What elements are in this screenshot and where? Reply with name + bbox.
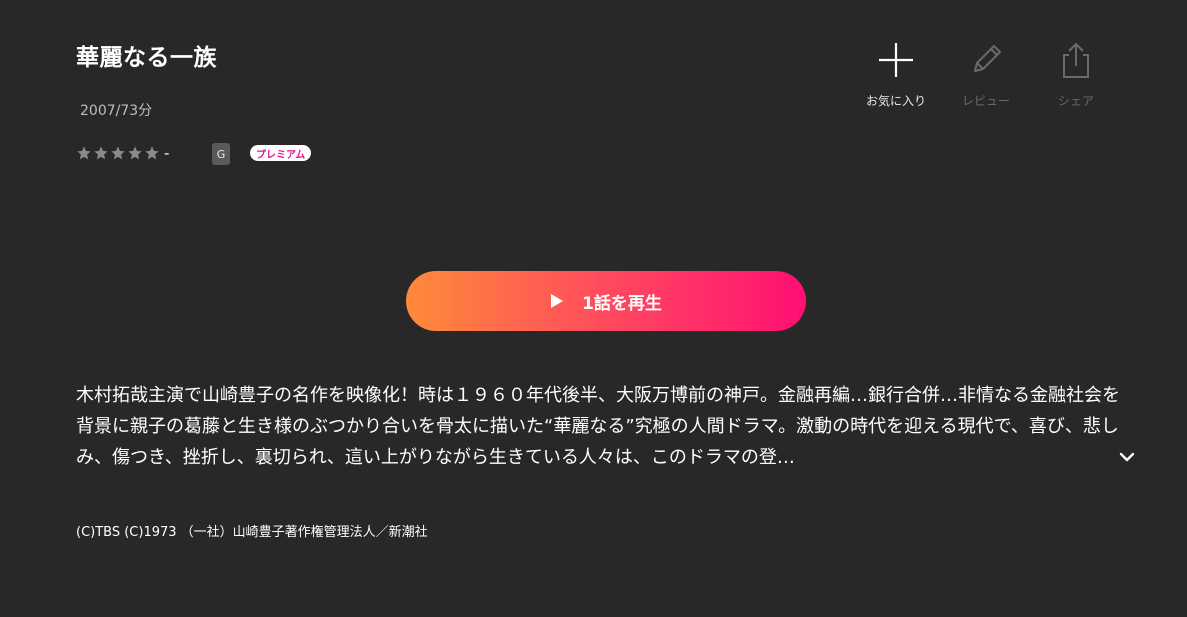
star-icon <box>94 146 108 160</box>
play-button-label: 1話を再生 <box>582 293 662 314</box>
play-icon <box>551 294 564 308</box>
favorite-label: お気に入り <box>865 94 926 108</box>
star-icon <box>77 146 91 160</box>
rating-value: - <box>164 144 170 162</box>
review-button[interactable]: レビュー <box>946 38 1026 109</box>
star-icon <box>111 146 125 160</box>
copyright-notice: (C)TBS (C)1973 （一社）山崎豊子著作権管理法人／新潮社 <box>76 525 428 540</box>
rating: - <box>76 142 169 164</box>
play-episode-button[interactable]: 1話を再生 <box>406 271 806 331</box>
synopsis: 木村拓哉主演で山崎豊子の名作を映像化！時は１９６０年代後半、大阪万博前の神戸。金… <box>76 385 1120 468</box>
title-detail-page: 華麗なる一族 2007/73分 - G プレミアム お気に入り レビュー シェア… <box>0 0 1187 617</box>
chevron-down-icon[interactable] <box>1118 448 1136 466</box>
plus-icon <box>874 38 918 82</box>
star-icon <box>128 146 142 160</box>
share-icon <box>1054 38 1098 82</box>
review-label: レビュー <box>961 94 1010 108</box>
year-duration: 2007/73分 <box>80 103 153 119</box>
share-label: シェア <box>1057 94 1094 108</box>
premium-badge: プレミアム <box>250 145 312 161</box>
share-button[interactable]: シェア <box>1036 38 1116 109</box>
star-icon <box>145 146 159 160</box>
favorite-button[interactable]: お気に入り <box>856 38 936 109</box>
page-title: 華麗なる一族 <box>76 45 217 71</box>
pencil-icon <box>964 38 1008 82</box>
rating-stars <box>76 145 160 161</box>
age-rating-badge: G <box>212 143 230 165</box>
